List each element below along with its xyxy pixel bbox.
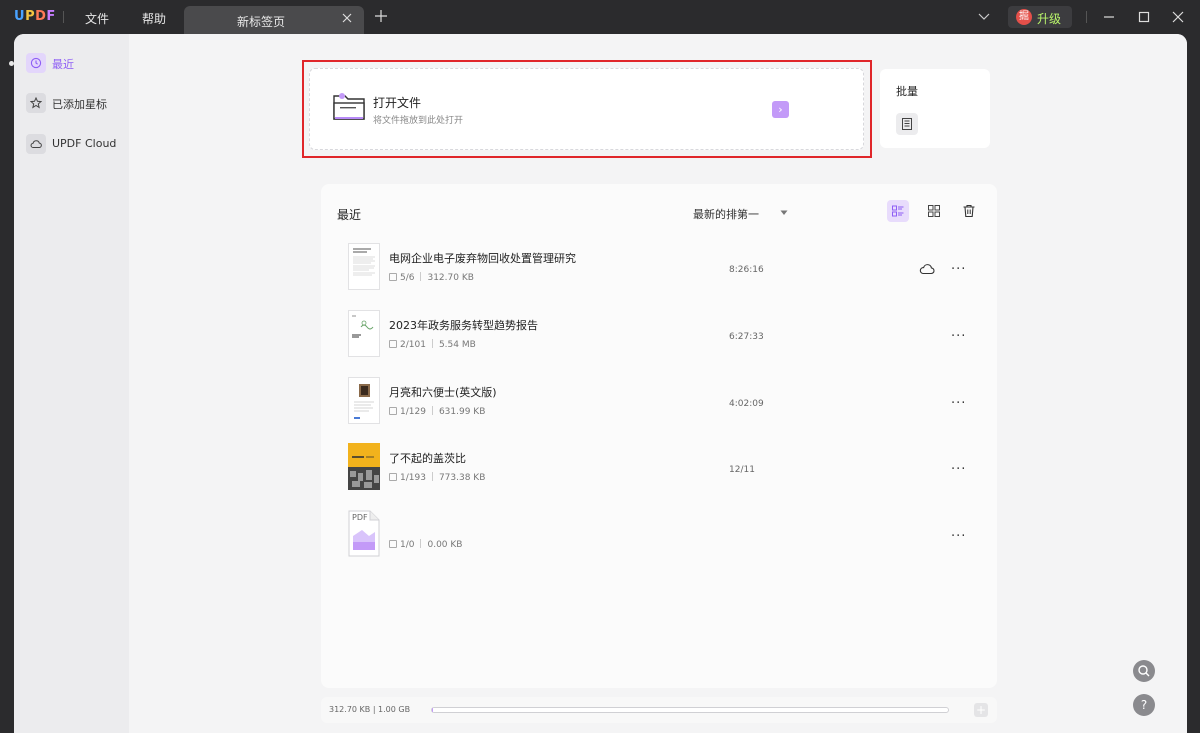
menu-file[interactable]: 文件 — [85, 10, 109, 27]
more-options-icon[interactable]: ··· — [951, 529, 966, 544]
svg-text:PDF: PDF — [352, 513, 368, 522]
file-name: 了不起的盖茨比 — [389, 452, 466, 465]
open-file-title: 打开文件 — [373, 96, 422, 110]
more-options-icon[interactable]: ··· — [951, 262, 966, 277]
close-icon[interactable] — [342, 13, 352, 23]
tab-new[interactable]: 新标签页 — [184, 6, 364, 34]
page-icon — [389, 407, 397, 415]
sidebar-item-label: UPDF Cloud — [52, 137, 117, 150]
file-thumbnail — [348, 377, 380, 424]
list-item[interactable]: 电网企业电子废弃物回收处置管理研究 5/6 312.70 KB 8:26:16 ·… — [321, 243, 997, 305]
file-time: 8:26:16 — [729, 265, 764, 275]
avatar: 掘 — [1016, 9, 1032, 25]
more-options-icon[interactable]: ··· — [951, 329, 966, 344]
open-file-dropzone[interactable]: 打开文件 将文件拖放到此处打开 › — [309, 68, 864, 150]
page-icon — [389, 540, 397, 548]
search-icon — [1138, 665, 1150, 677]
title-divider-2 — [1086, 11, 1087, 23]
file-meta: 1/193 773.38 KB — [389, 472, 485, 483]
more-options-icon[interactable]: ··· — [951, 462, 966, 477]
batch-card[interactable]: 批量 — [880, 69, 990, 148]
file-meta: 1/0 0.00 KB — [389, 539, 462, 550]
file-thumbnail — [348, 243, 380, 290]
file-meta: 1/129 631.99 KB — [389, 406, 485, 417]
file-meta: 2/101 5.54 MB — [389, 339, 476, 350]
file-name: 电网企业电子废弃物回收处置管理研究 — [389, 252, 576, 265]
upgrade-label: 升级 — [1037, 12, 1062, 26]
batch-icon[interactable] — [896, 113, 918, 135]
search-button[interactable] — [1133, 660, 1155, 682]
file-time: 4:02:09 — [729, 399, 764, 409]
file-thumbnail — [348, 310, 380, 357]
cloud-icon[interactable] — [919, 263, 935, 275]
tab-label: 新标签页 — [236, 15, 285, 29]
page-icon — [389, 473, 397, 481]
menu-help[interactable]: 帮助 — [142, 10, 166, 27]
sort-dropdown[interactable]: 最新的排第一 — [693, 206, 759, 222]
star-icon — [26, 93, 46, 113]
minimize-icon[interactable] — [1102, 10, 1116, 24]
updf-logo: UPDF — [14, 9, 56, 24]
open-file-subtitle: 将文件拖放到此处打开 — [373, 116, 464, 126]
open-file-button[interactable]: › — [772, 101, 789, 118]
window-close-icon[interactable] — [1171, 10, 1185, 24]
list-item[interactable]: PDF 1/0 0.00 KB ··· — [321, 510, 997, 572]
storage-bar: 312.70 KB | 1.00 GB + — [321, 697, 997, 723]
file-name: 月亮和六便士(英文版) — [389, 386, 497, 399]
title-divider — [63, 11, 64, 23]
list-view-button[interactable] — [887, 200, 909, 222]
page-icon — [389, 340, 397, 348]
trash-icon[interactable] — [958, 200, 980, 222]
sidebar: 最近 已添加星标 UPDF Cloud — [14, 34, 129, 733]
clock-icon — [26, 53, 46, 73]
storage-progress — [431, 707, 949, 713]
file-thumbnail — [348, 443, 380, 490]
batch-title: 批量 — [896, 85, 918, 98]
grid-view-button[interactable] — [923, 200, 945, 222]
file-time: 6:27:33 — [729, 332, 764, 342]
chevron-down-icon[interactable] — [978, 12, 990, 22]
help-button[interactable]: ? — [1133, 694, 1155, 716]
maximize-icon[interactable] — [1137, 10, 1151, 24]
recent-title: 最近 — [337, 208, 362, 222]
folder-icon — [333, 93, 365, 120]
list-item[interactable]: 了不起的盖茨比 1/193 773.38 KB 12/11 ··· — [321, 443, 997, 505]
sidebar-item-label: 最近 — [52, 58, 74, 71]
pdf-file-icon: PDF — [348, 510, 380, 557]
main-content: 打开文件 将文件拖放到此处打开 › 批量 最近 最新的排第一 电网企业电子废弃物… — [129, 34, 1187, 733]
more-options-icon[interactable]: ··· — [951, 396, 966, 411]
sidebar-item-starred[interactable]: 已添加星标 — [26, 93, 126, 115]
file-time: 12/11 — [729, 465, 755, 475]
add-storage-button[interactable]: + — [974, 703, 988, 717]
sidebar-item-label: 已添加星标 — [52, 98, 107, 111]
app-frame: 最近 已添加星标 UPDF Cloud 打开文件 将文件拖放到此处打开 › 批量… — [14, 34, 1187, 733]
list-item[interactable]: 2023年政务服务转型趋势报告 2/101 5.54 MB 6:27:33 ··· — [321, 310, 997, 372]
cloud-icon — [26, 134, 46, 154]
file-meta: 5/6 312.70 KB — [389, 272, 474, 283]
upgrade-button[interactable]: 掘 升级 — [1008, 6, 1072, 28]
list-item[interactable]: 月亮和六便士(英文版) 1/129 631.99 KB 4:02:09 ··· — [321, 377, 997, 439]
sidebar-item-recent[interactable]: 最近 — [26, 53, 126, 75]
title-bar: UPDF 文件 帮助 新标签页 掘 升级 — [0, 0, 1200, 34]
caret-down-icon[interactable] — [780, 210, 788, 216]
page-icon — [389, 273, 397, 281]
storage-text: 312.70 KB | 1.00 GB — [329, 705, 411, 714]
plus-icon[interactable] — [375, 10, 387, 22]
sidebar-item-cloud[interactable]: UPDF Cloud — [26, 134, 126, 156]
recent-panel: 最近 最新的排第一 电网企业电子废弃物回收处置管理研究 5/6 312.70 KB… — [321, 184, 997, 688]
file-name: 2023年政务服务转型趋势报告 — [389, 319, 538, 332]
